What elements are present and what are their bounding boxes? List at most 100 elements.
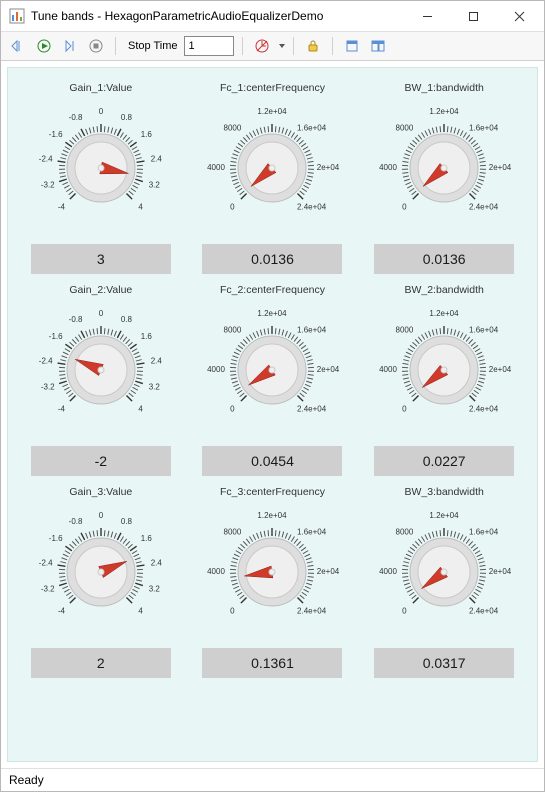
knob-cell: Gain_1:Value -4-3.2-2.4-1.6-0.800.81.62.… bbox=[24, 82, 178, 274]
layout-button[interactable] bbox=[367, 35, 389, 57]
knob-dial[interactable]: 0400080001.2e+041.6e+042e+042.4e+04 bbox=[374, 504, 514, 628]
svg-text:2e+04: 2e+04 bbox=[489, 163, 512, 172]
pacing-button[interactable] bbox=[251, 35, 273, 57]
knob-cell: Gain_3:Value -4-3.2-2.4-1.6-0.800.81.62.… bbox=[24, 486, 178, 678]
svg-text:1.2e+04: 1.2e+04 bbox=[430, 511, 460, 520]
highlight-button[interactable] bbox=[341, 35, 363, 57]
knob-readout[interactable]: -2 bbox=[31, 446, 171, 476]
app-window: Tune bands - HexagonParametricAudioEqual… bbox=[0, 0, 545, 792]
knob-readout[interactable]: 0.0227 bbox=[374, 446, 514, 476]
svg-text:-2.4: -2.4 bbox=[39, 154, 53, 163]
svg-text:2.4: 2.4 bbox=[151, 356, 163, 365]
knob-label: BW_3:bandwidth bbox=[404, 486, 483, 498]
svg-text:8000: 8000 bbox=[396, 326, 414, 335]
knob-cell: BW_1:bandwidth 0400080001.2e+041.6e+042e… bbox=[367, 82, 521, 274]
svg-text:4000: 4000 bbox=[208, 163, 226, 172]
stop-button[interactable] bbox=[85, 35, 107, 57]
svg-text:1.6e+04: 1.6e+04 bbox=[298, 528, 328, 537]
svg-text:2e+04: 2e+04 bbox=[317, 567, 340, 576]
svg-text:4000: 4000 bbox=[208, 567, 226, 576]
svg-text:2.4e+04: 2.4e+04 bbox=[298, 607, 328, 616]
svg-text:-2.4: -2.4 bbox=[39, 558, 53, 567]
svg-text:0: 0 bbox=[402, 405, 407, 414]
svg-text:-0.8: -0.8 bbox=[69, 113, 83, 122]
svg-text:-4: -4 bbox=[58, 405, 66, 414]
knob-dial[interactable]: 0400080001.2e+041.6e+042e+042.4e+04 bbox=[202, 100, 342, 224]
svg-text:1.6: 1.6 bbox=[141, 534, 153, 543]
svg-text:-2.4: -2.4 bbox=[39, 356, 53, 365]
knob-label: Gain_3:Value bbox=[69, 486, 132, 498]
knob-grid: Gain_1:Value -4 -3.2 -2.4 -1.6 -0.8 0 0.8 1.6 2.… bbox=[24, 82, 521, 678]
svg-text:8000: 8000 bbox=[224, 528, 242, 537]
svg-text:-0.8: -0.8 bbox=[69, 517, 83, 526]
knob-readout[interactable]: 0.0136 bbox=[202, 244, 342, 274]
svg-text:3.2: 3.2 bbox=[149, 584, 161, 593]
svg-text:4000: 4000 bbox=[379, 365, 397, 374]
toolbar-separator bbox=[242, 37, 243, 55]
pacing-dropdown-icon[interactable] bbox=[279, 44, 285, 48]
knob-dial[interactable]: -4-3.2-2.4-1.6-0.800.81.62.43.24 bbox=[31, 504, 171, 628]
knob-dial[interactable]: -4-3.2-2.4-1.6-0.800.81.62.43.24 bbox=[31, 100, 171, 224]
svg-text:4: 4 bbox=[138, 405, 143, 414]
knob-cell: Fc_3:centerFrequency 0400080001.2e+041.6… bbox=[196, 486, 350, 678]
knob-cell: BW_2:bandwidth 0400080001.2e+041.6e+042e… bbox=[367, 284, 521, 476]
svg-text:2e+04: 2e+04 bbox=[317, 365, 340, 374]
svg-text:4000: 4000 bbox=[379, 567, 397, 576]
window-title: Tune bands - HexagonParametricAudioEqual… bbox=[31, 9, 404, 23]
knob-readout[interactable]: 0.0317 bbox=[374, 648, 514, 678]
panel: Gain_1:Value -4 -3.2 -2.4 -1.6 -0.8 0 0.8 1.6 2.… bbox=[7, 67, 538, 762]
svg-text:-3.2: -3.2 bbox=[41, 584, 55, 593]
svg-text:-3.2: -3.2 bbox=[41, 180, 55, 189]
svg-text:2.4e+04: 2.4e+04 bbox=[298, 405, 328, 414]
svg-text:1.6e+04: 1.6e+04 bbox=[469, 124, 499, 133]
svg-text:0: 0 bbox=[231, 607, 236, 616]
close-button[interactable] bbox=[496, 2, 542, 30]
step-forward-button[interactable] bbox=[59, 35, 81, 57]
knob-dial[interactable]: -4-3.2-2.4-1.6-0.800.81.62.43.24 bbox=[31, 302, 171, 426]
svg-text:1.2e+04: 1.2e+04 bbox=[258, 309, 288, 318]
svg-text:0: 0 bbox=[402, 607, 407, 616]
svg-text:3.2: 3.2 bbox=[149, 382, 161, 391]
svg-text:1.6e+04: 1.6e+04 bbox=[298, 326, 328, 335]
svg-text:0: 0 bbox=[99, 107, 104, 116]
knob-readout[interactable]: 0.0136 bbox=[374, 244, 514, 274]
svg-text:1.6e+04: 1.6e+04 bbox=[469, 326, 499, 335]
stop-time-input[interactable] bbox=[184, 36, 234, 56]
svg-text:2.4e+04: 2.4e+04 bbox=[298, 203, 328, 212]
svg-text:0: 0 bbox=[99, 309, 104, 318]
knob-dial[interactable]: 0400080001.2e+041.6e+042e+042.4e+04 bbox=[374, 100, 514, 224]
knob-label: Gain_2:Value bbox=[69, 284, 132, 296]
svg-text:8000: 8000 bbox=[396, 528, 414, 537]
svg-text:2.4e+04: 2.4e+04 bbox=[469, 203, 499, 212]
knob-readout[interactable]: 0.1361 bbox=[202, 648, 342, 678]
svg-text:0: 0 bbox=[231, 405, 236, 414]
svg-text:0: 0 bbox=[402, 203, 407, 212]
svg-text:0.8: 0.8 bbox=[121, 517, 133, 526]
svg-text:0.8: 0.8 bbox=[121, 315, 133, 324]
svg-text:8000: 8000 bbox=[224, 124, 242, 133]
statusbar: Ready bbox=[1, 768, 544, 791]
svg-text:1.2e+04: 1.2e+04 bbox=[258, 107, 288, 116]
knob-dial[interactable]: 0400080001.2e+041.6e+042e+042.4e+04 bbox=[202, 302, 342, 426]
play-button[interactable] bbox=[33, 35, 55, 57]
svg-text:4: 4 bbox=[138, 203, 143, 212]
knob-readout[interactable]: 0.0454 bbox=[202, 446, 342, 476]
knob-dial[interactable]: 0400080001.2e+041.6e+042e+042.4e+04 bbox=[374, 302, 514, 426]
knob-readout[interactable]: 3 bbox=[31, 244, 171, 274]
lock-button[interactable] bbox=[302, 35, 324, 57]
minimize-button[interactable] bbox=[404, 2, 450, 30]
svg-text:0: 0 bbox=[231, 203, 236, 212]
knob-label: Gain_1:Value bbox=[69, 82, 132, 94]
svg-text:1.6: 1.6 bbox=[141, 332, 153, 341]
knob-dial[interactable]: 0400080001.2e+041.6e+042e+042.4e+04 bbox=[202, 504, 342, 628]
maximize-button[interactable] bbox=[450, 2, 496, 30]
svg-text:-1.6: -1.6 bbox=[49, 534, 63, 543]
knob-readout[interactable]: 2 bbox=[31, 648, 171, 678]
knob-label: BW_1:bandwidth bbox=[404, 82, 483, 94]
svg-text:3.2: 3.2 bbox=[149, 180, 161, 189]
knob-cell: Fc_1:centerFrequency 0400080001.2e+041.6… bbox=[196, 82, 350, 274]
svg-text:1.6e+04: 1.6e+04 bbox=[469, 528, 499, 537]
step-back-button[interactable] bbox=[7, 35, 29, 57]
knob-label: Fc_3:centerFrequency bbox=[220, 486, 325, 498]
titlebar: Tune bands - HexagonParametricAudioEqual… bbox=[1, 1, 544, 32]
